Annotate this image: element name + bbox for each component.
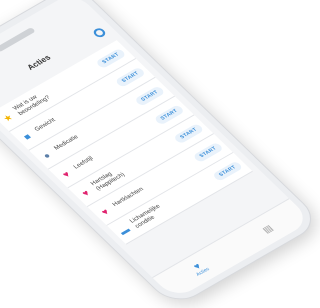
heart-icon: ♥ <box>59 169 72 179</box>
start-button[interactable]: START <box>114 66 146 88</box>
tab-acties[interactable]: ♥ Acties <box>187 259 211 277</box>
scale-icon: ■ <box>20 131 34 142</box>
start-button[interactable]: START <box>211 160 244 182</box>
broken-heart-icon: ♥ <box>98 206 111 217</box>
start-button[interactable]: START <box>172 122 205 144</box>
start-button[interactable]: START <box>153 103 185 125</box>
phone-screen: Acties ★ Wat is uw beoordeling? START ■ … <box>0 0 313 300</box>
start-button[interactable]: START <box>192 141 224 163</box>
star-icon: ★ <box>0 111 15 124</box>
thermometer-icon: ▬ <box>116 224 132 237</box>
speaker-notch <box>0 27 36 53</box>
heart-icon: ♥ <box>79 187 92 198</box>
start-button[interactable]: START <box>133 85 166 107</box>
pill-icon: ● <box>40 150 53 161</box>
document-icon: ▤ <box>259 222 275 235</box>
start-button[interactable]: START <box>94 47 127 69</box>
phone-frame: Acties ★ Wat is uw beoordeling? START ■ … <box>0 0 320 308</box>
tab-history[interactable]: ▤ <box>260 223 276 235</box>
